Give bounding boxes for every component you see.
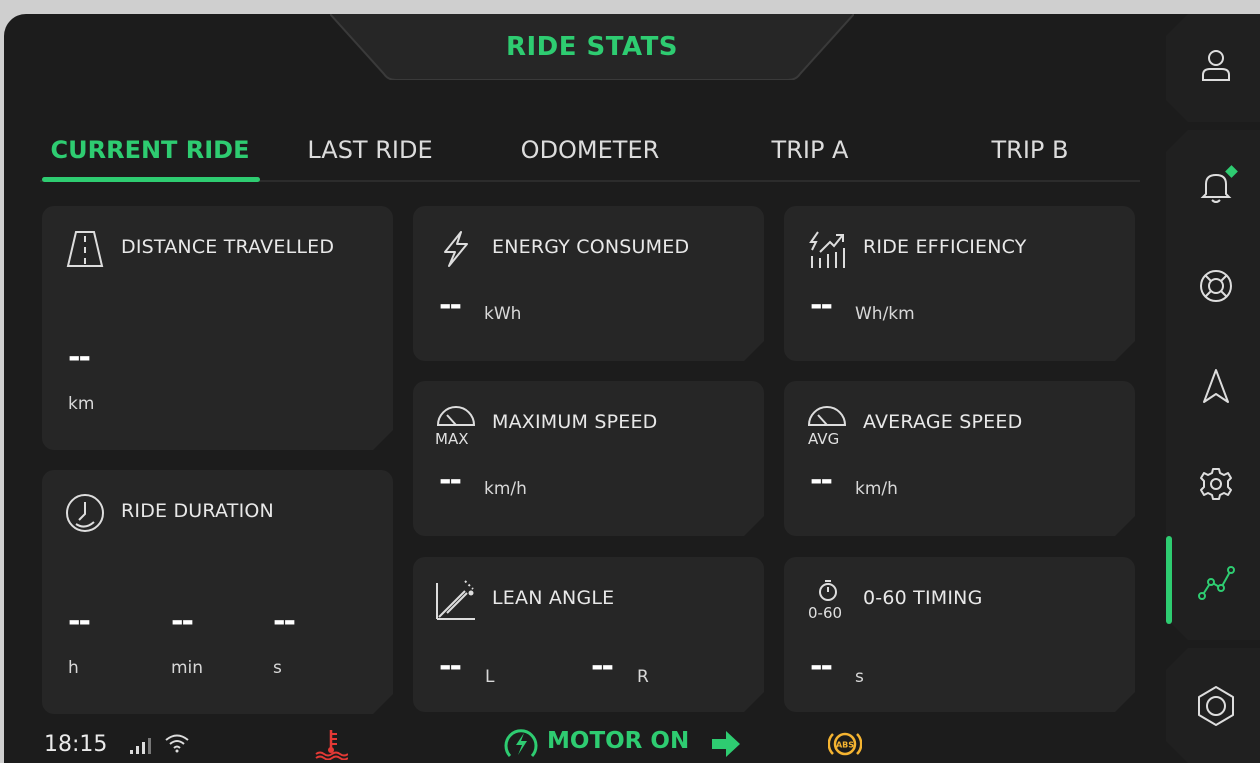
ride-duration-label: RIDE DURATION: [121, 500, 274, 522]
right-sidebar: [1166, 14, 1260, 763]
coolant-temperature-icon: [315, 730, 348, 760]
lean-left-unit: L: [485, 667, 495, 687]
tab-current-ride[interactable]: CURRENT RIDE: [40, 132, 260, 178]
sidebar-item-profile[interactable]: [1194, 44, 1238, 88]
max-speed-unit: km/h: [484, 479, 527, 499]
max-speed-card: MAX MAXIMUM SPEED -- km/h: [413, 381, 764, 536]
tab-trip-a[interactable]: TRIP A: [740, 132, 880, 178]
seconds-value: --: [273, 604, 294, 639]
efficiency-card: RIDE EFFICIENCY -- Wh/km: [784, 206, 1135, 361]
sidebar-item-navigation[interactable]: [1194, 364, 1238, 408]
road-icon: [64, 228, 106, 270]
sidebar-item-home[interactable]: [1194, 684, 1238, 728]
minutes-value: --: [171, 604, 192, 639]
navigation-arrow-icon: [1194, 364, 1238, 408]
speedometer-icon: [435, 403, 477, 429]
timing-unit: s: [855, 667, 864, 687]
wifi-icon: [165, 734, 189, 753]
speedometer-icon: [806, 403, 848, 429]
tab-odometer[interactable]: ODOMETER: [500, 132, 680, 178]
sidebar-group-home: [1166, 648, 1260, 763]
lean-angle-card: LEAN ANGLE -- L -- R: [413, 557, 764, 712]
tab-trip-b[interactable]: TRIP B: [960, 132, 1100, 178]
lifebuoy-icon: [1194, 264, 1238, 308]
svg-text:ABS: ABS: [836, 741, 854, 750]
distance-unit: km: [68, 394, 95, 414]
user-icon: [1194, 44, 1238, 88]
distance-label: DISTANCE TRAVELLED: [121, 236, 335, 258]
efficiency-value: --: [810, 288, 831, 323]
stopwatch-icon: [817, 579, 839, 601]
sidebar-item-settings[interactable]: [1194, 462, 1238, 506]
max-speed-label: MAXIMUM SPEED: [492, 411, 658, 433]
bell-icon: [1194, 164, 1238, 208]
avg-speed-unit: km/h: [855, 479, 898, 499]
lean-angle-icon: [435, 579, 477, 621]
avg-speed-label: AVERAGE SPEED: [863, 411, 1023, 433]
dashboard-screen: RIDE STATS CURRENT RIDE LAST RIDE ODOMET…: [4, 14, 1260, 763]
ride-duration-card: RIDE DURATION -- h -- min -- s: [42, 470, 393, 714]
lean-left-value: --: [439, 649, 460, 684]
motor-status: MOTOR ON: [547, 728, 690, 754]
distance-card: DISTANCE TRAVELLED -- km: [42, 206, 393, 450]
hexagon-icon: [1194, 684, 1238, 728]
lightning-icon: [435, 228, 477, 270]
sidebar-active-indicator: [1166, 536, 1172, 624]
max-icon-text: MAX: [435, 430, 469, 448]
tab-bar: CURRENT RIDE LAST RIDE ODOMETER TRIP A T…: [40, 132, 1140, 182]
hours-value: --: [68, 604, 89, 639]
status-bar: 18:15 MOTOR ON ABS: [4, 724, 1164, 763]
clock-icon: [64, 492, 106, 534]
distance-value: --: [68, 340, 89, 375]
timing-label: 0-60 TIMING: [863, 587, 983, 609]
title-tab: RIDE STATS: [330, 14, 854, 80]
timing-icon-text: 0-60: [808, 604, 843, 622]
lean-right-unit: R: [637, 667, 649, 687]
turn-right-arrow-icon: [712, 731, 740, 757]
minutes-unit: min: [171, 658, 204, 678]
sidebar-item-notifications[interactable]: [1194, 164, 1238, 208]
gear-icon: [1194, 462, 1238, 506]
sidebar-item-ride-stats[interactable]: [1194, 560, 1238, 604]
sidebar-group-main: [1166, 130, 1260, 640]
timing-card: 0-60 0-60 TIMING -- s: [784, 557, 1135, 712]
sidebar-group-profile: [1166, 14, 1260, 122]
efficiency-chart-icon: [806, 228, 848, 270]
signal-icon: [130, 738, 151, 754]
timing-value: --: [810, 649, 831, 684]
energy-value: --: [439, 288, 460, 323]
abs-icon: ABS: [828, 732, 862, 756]
lean-angle-label: LEAN ANGLE: [492, 587, 615, 609]
clock: 18:15: [44, 732, 108, 757]
efficiency-label: RIDE EFFICIENCY: [863, 236, 1027, 258]
sidebar-item-support[interactable]: [1194, 264, 1238, 308]
avg-speed-value: --: [810, 463, 831, 498]
max-speed-value: --: [439, 463, 460, 498]
stats-chart-icon: [1194, 560, 1238, 604]
tab-last-ride[interactable]: LAST RIDE: [290, 132, 450, 178]
seconds-unit: s: [273, 658, 282, 678]
hours-unit: h: [68, 658, 79, 678]
lean-right-value: --: [591, 649, 612, 684]
energy-card: ENERGY CONSUMED -- kWh: [413, 206, 764, 361]
motor-icon: [504, 729, 538, 758]
active-tab-indicator: [42, 177, 260, 182]
efficiency-unit: Wh/km: [855, 304, 915, 324]
energy-unit: kWh: [484, 304, 522, 324]
energy-label: ENERGY CONSUMED: [492, 236, 690, 258]
page-title: RIDE STATS: [505, 32, 679, 62]
avg-icon-text: AVG: [808, 430, 840, 448]
avg-speed-card: AVG AVERAGE SPEED -- km/h: [784, 381, 1135, 536]
